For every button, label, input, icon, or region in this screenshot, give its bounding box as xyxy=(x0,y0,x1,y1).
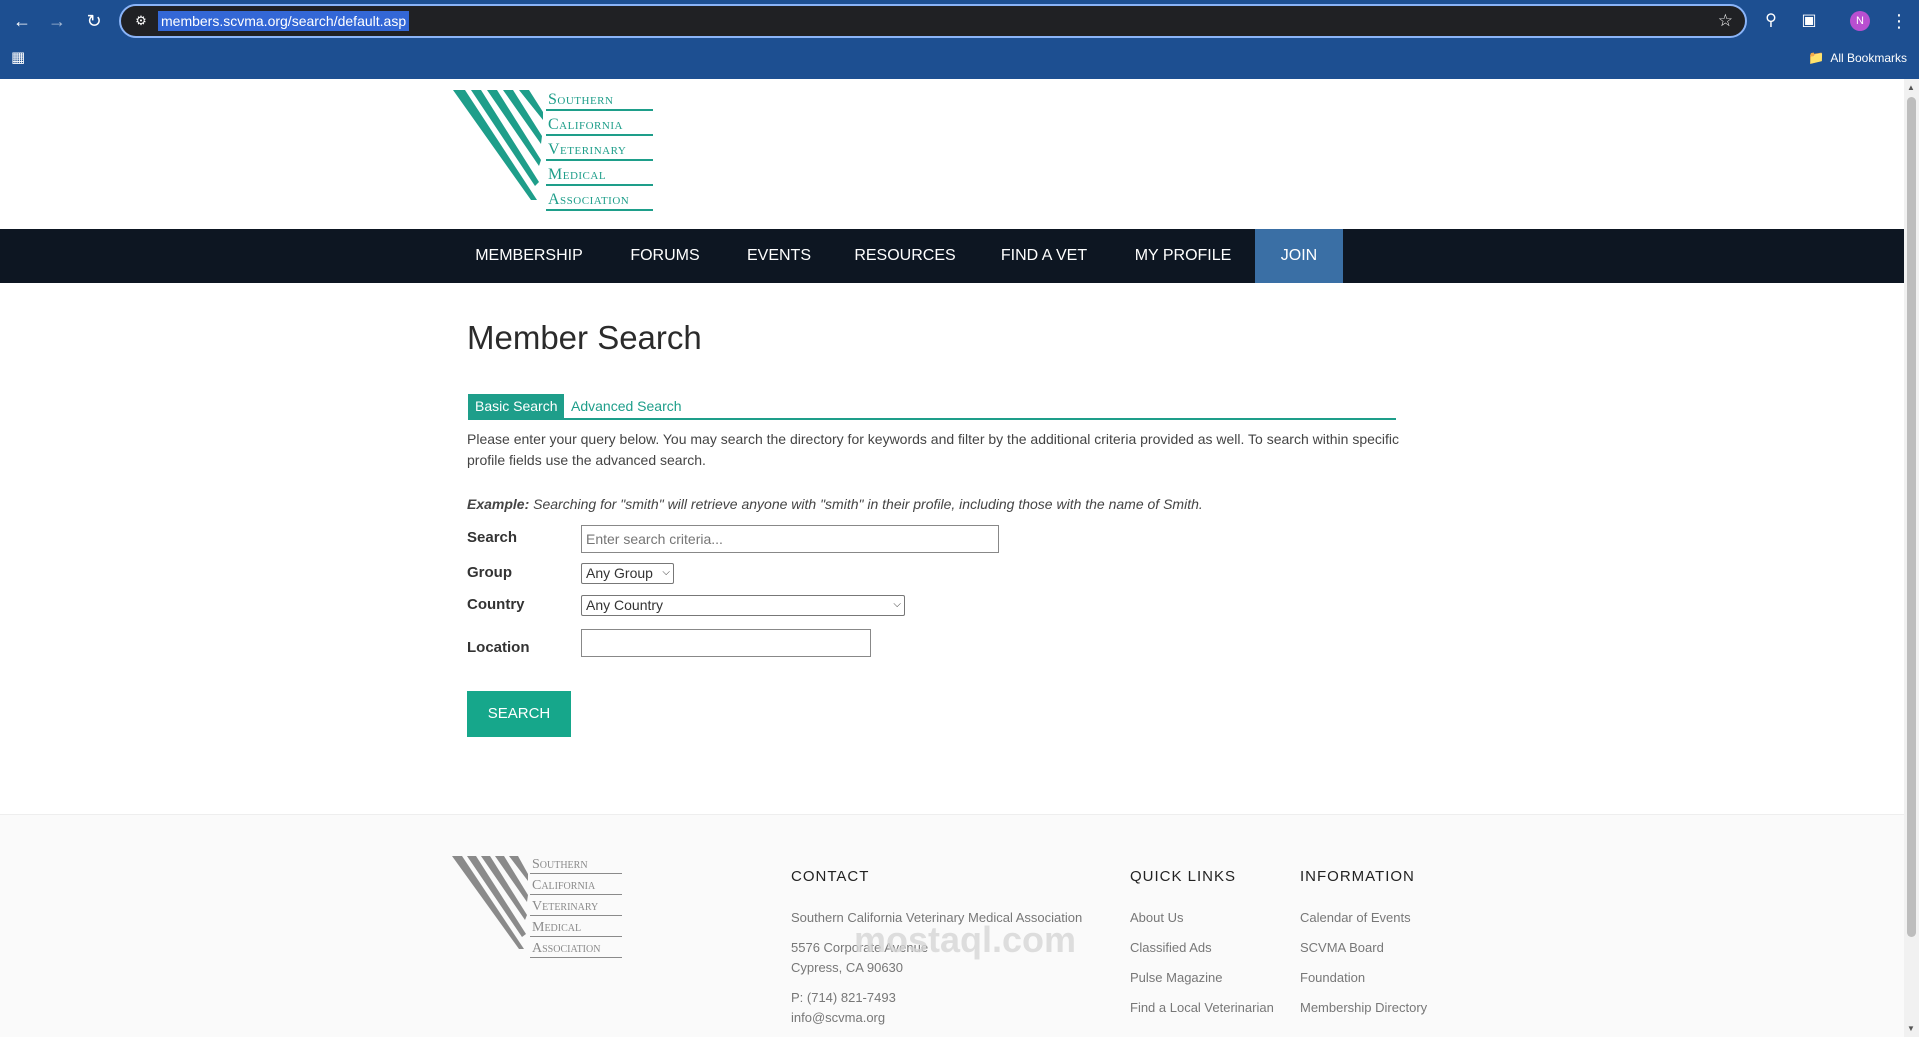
page-content: Southern California Veterinary Medical A… xyxy=(0,79,1904,1037)
footer-quick-links-title: QUICK LINKS xyxy=(1130,868,1237,885)
footer-logo-line: Association xyxy=(530,940,622,958)
all-bookmarks-label: All Bookmarks xyxy=(1830,51,1907,65)
country-select-value: Any Country xyxy=(586,597,664,613)
site-info-icon[interactable]: ⚙ xyxy=(131,12,151,30)
address-bar[interactable]: ⚙ members.scvma.org/search/default.asp ☆ xyxy=(119,4,1747,38)
nav-membership[interactable]: MEMBERSHIP xyxy=(467,229,591,283)
chevron-down-icon: ⌵ xyxy=(662,567,670,578)
scvma-logo[interactable]: Southern California Veterinary Medical A… xyxy=(453,90,653,211)
nav-events[interactable]: EVENTS xyxy=(737,229,821,283)
logo-line: Medical xyxy=(546,165,653,186)
profile-avatar[interactable]: N xyxy=(1850,11,1870,31)
forward-icon[interactable]: → xyxy=(45,9,69,33)
footer-information-title: INFORMATION xyxy=(1300,868,1415,885)
scroll-thumb[interactable] xyxy=(1907,97,1916,937)
search-example: Example: Searching for "smith" will retr… xyxy=(467,494,1402,515)
folder-icon: 📁 xyxy=(1808,50,1825,65)
footer-logo-line: California xyxy=(530,877,622,895)
url-text[interactable]: members.scvma.org/search/default.asp xyxy=(158,11,410,31)
nav-join[interactable]: JOIN xyxy=(1255,229,1343,283)
group-select-value: Any Group xyxy=(586,565,653,581)
star-icon[interactable]: ☆ xyxy=(1718,10,1733,32)
search-tabs: Basic Search Advanced Search xyxy=(468,394,1396,420)
apps-icon[interactable]: ▦ xyxy=(11,49,25,67)
logo-stripes-icon xyxy=(453,90,543,200)
footer-link-classified-ads[interactable]: Classified Ads xyxy=(1130,940,1212,955)
nav-find-a-vet[interactable]: FIND A VET xyxy=(990,229,1098,283)
footer-link-about-us[interactable]: About Us xyxy=(1130,910,1183,925)
watermark: mostaql.com xyxy=(853,919,1077,960)
nav-resources[interactable]: RESOURCES xyxy=(851,229,959,283)
footer-contact-title: CONTACT xyxy=(791,868,870,885)
footer-logo-stripes-icon xyxy=(452,856,528,949)
scroll-down-icon[interactable]: ▼ xyxy=(1907,1024,1915,1033)
group-select[interactable]: Any Group ⌵ xyxy=(581,563,674,584)
footer-link-calendar[interactable]: Calendar of Events xyxy=(1300,910,1411,925)
page-scrollbar[interactable]: ▲ ▼ xyxy=(1904,79,1919,1037)
tab-basic-search[interactable]: Basic Search xyxy=(468,394,565,418)
back-icon[interactable]: ← xyxy=(10,9,34,33)
footer-logo[interactable]: Southern California Veterinary Medical A… xyxy=(452,856,622,958)
logo-line: Southern xyxy=(546,90,653,111)
reload-icon[interactable]: ↻ xyxy=(82,9,106,33)
nav-forums[interactable]: FORUMS xyxy=(621,229,709,283)
country-label: Country xyxy=(467,596,525,613)
bookmarks-bar: ▦ 📁 All Bookmarks xyxy=(0,44,1919,72)
logo-line: Association xyxy=(546,190,653,211)
example-text: Searching for "smith" will retrieve anyo… xyxy=(529,496,1203,512)
footer-logo-line: Veterinary xyxy=(530,898,622,916)
location-label: Location xyxy=(467,639,530,656)
footer-link-find-vet[interactable]: Find a Local Veterinarian xyxy=(1130,1000,1274,1015)
chevron-down-icon: ⌵ xyxy=(893,599,901,610)
main-navigation: MEMBERSHIP FORUMS EVENTS RESOURCES FIND … xyxy=(0,229,1904,283)
footer-link-foundation[interactable]: Foundation xyxy=(1300,970,1365,985)
footer-link-directory[interactable]: Membership Directory xyxy=(1300,1000,1427,1015)
country-select[interactable]: Any Country ⌵ xyxy=(581,595,905,616)
footer-logo-text: Southern California Veterinary Medical A… xyxy=(530,856,622,961)
group-label: Group xyxy=(467,564,512,581)
logo-line: Veterinary xyxy=(546,140,653,161)
extensions-icon[interactable]: ▣ xyxy=(1797,9,1821,33)
footer-logo-line: Southern xyxy=(530,856,622,874)
browser-top-row: ← → ↻ ⚙ members.scvma.org/search/default… xyxy=(0,0,1919,42)
search-lens-icon[interactable]: ⚲ xyxy=(1759,9,1783,33)
search-button[interactable]: SEARCH xyxy=(467,691,571,737)
menu-icon[interactable]: ⋮ xyxy=(1890,9,1908,33)
nav-my-profile[interactable]: MY PROFILE xyxy=(1128,229,1238,283)
all-bookmarks-button[interactable]: 📁 All Bookmarks xyxy=(1808,49,1907,67)
footer-link-board[interactable]: SCVMA Board xyxy=(1300,940,1384,955)
footer-logo-line: Medical xyxy=(530,919,622,937)
location-input[interactable] xyxy=(581,629,871,657)
footer-link-pulse-magazine[interactable]: Pulse Magazine xyxy=(1130,970,1223,985)
search-label: Search xyxy=(467,529,518,546)
logo-text: Southern California Veterinary Medical A… xyxy=(546,90,653,211)
search-input[interactable] xyxy=(581,525,999,553)
scroll-up-icon[interactable]: ▲ xyxy=(1907,83,1915,92)
search-instructions: Please enter your query below. You may s… xyxy=(467,431,1399,468)
tab-advanced-search[interactable]: Advanced Search xyxy=(564,394,689,418)
page-title: Member Search xyxy=(467,319,702,356)
logo-line: California xyxy=(546,115,653,136)
browser-toolbar: ← → ↻ ⚙ members.scvma.org/search/default… xyxy=(0,0,1919,79)
example-label: Example: xyxy=(467,496,530,512)
